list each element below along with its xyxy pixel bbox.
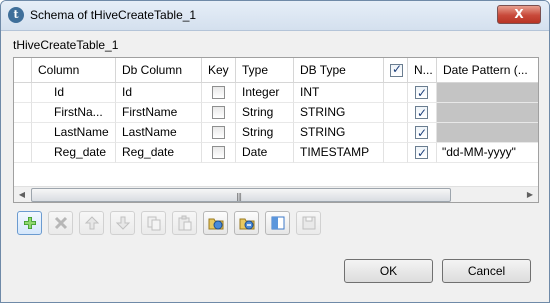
move-up-button[interactable] bbox=[79, 211, 104, 235]
move-down-icon bbox=[115, 216, 131, 230]
component-name: tHiveCreateTable_1 bbox=[13, 38, 119, 52]
row-number bbox=[14, 103, 32, 123]
move-up-icon bbox=[84, 216, 100, 230]
table-row[interactable]: Id Id Integer INT bbox=[14, 83, 538, 103]
close-button[interactable]: X bbox=[497, 5, 541, 24]
header-nullable[interactable]: N... bbox=[408, 58, 437, 82]
db-column-name[interactable]: FirstName bbox=[116, 103, 202, 123]
scroll-left-icon[interactable]: ◀ bbox=[14, 187, 30, 203]
type-cell[interactable]: String bbox=[236, 123, 294, 143]
scroll-thumb[interactable]: ||| bbox=[31, 188, 451, 202]
scroll-right-icon[interactable]: ▶ bbox=[522, 187, 538, 203]
schema-dialog: t Schema of tHiveCreateTable_1 X tHiveCr… bbox=[0, 0, 550, 303]
db-column-name[interactable]: Reg_date bbox=[116, 143, 202, 163]
date-pattern-cell[interactable]: "dd-MM-yyyy" bbox=[437, 143, 538, 163]
spacer-cell bbox=[384, 123, 408, 143]
date-pattern-cell bbox=[437, 103, 538, 123]
title-bar[interactable]: t Schema of tHiveCreateTable_1 X bbox=[1, 1, 549, 31]
spacer-cell bbox=[384, 103, 408, 123]
import-schema-icon bbox=[208, 218, 224, 230]
db-type-cell[interactable]: TIMESTAMP bbox=[294, 143, 384, 163]
horizontal-scrollbar[interactable]: ◀ ||| ▶ bbox=[14, 186, 538, 202]
key-checkbox[interactable] bbox=[212, 106, 225, 119]
row-number bbox=[14, 83, 32, 103]
copy-icon bbox=[147, 216, 161, 231]
type-cell[interactable]: String bbox=[236, 103, 294, 123]
nullable-checkbox[interactable] bbox=[415, 144, 428, 162]
cancel-button[interactable]: Cancel bbox=[442, 259, 531, 283]
key-cell[interactable] bbox=[202, 123, 236, 143]
column-name[interactable]: LastName bbox=[32, 123, 116, 143]
export-schema-icon bbox=[239, 218, 255, 230]
nullable-checkbox[interactable] bbox=[415, 124, 428, 142]
columns-icon bbox=[271, 216, 285, 230]
header-db-type[interactable]: DB Type bbox=[294, 58, 384, 82]
export-schema-button[interactable] bbox=[234, 211, 259, 235]
remove-icon bbox=[54, 216, 68, 230]
header-key[interactable]: Key bbox=[202, 58, 236, 82]
nullable-checkbox[interactable] bbox=[415, 104, 428, 122]
save-icon bbox=[302, 216, 316, 230]
nullable-cell[interactable] bbox=[408, 83, 437, 103]
nullable-checkbox[interactable] bbox=[415, 84, 428, 102]
table-header: Column Db Column Key Type DB Type N... D… bbox=[14, 58, 538, 83]
ok-button[interactable]: OK bbox=[344, 259, 433, 283]
nullable-cell[interactable] bbox=[408, 123, 437, 143]
column-name[interactable]: Reg_date bbox=[32, 143, 116, 163]
nullable-cell[interactable] bbox=[408, 143, 437, 163]
column-name[interactable]: Id bbox=[32, 83, 116, 103]
paste-icon bbox=[178, 215, 192, 231]
schema-table: Column Db Column Key Type DB Type N... D… bbox=[13, 57, 539, 203]
spacer-cell bbox=[384, 83, 408, 103]
type-cell[interactable]: Date bbox=[236, 143, 294, 163]
table-row[interactable]: Reg_date Reg_date Date TIMESTAMP "dd-MM-… bbox=[14, 143, 538, 163]
columns-button[interactable] bbox=[265, 211, 290, 235]
db-column-name[interactable]: Id bbox=[116, 83, 202, 103]
header-row-number bbox=[14, 58, 32, 82]
key-checkbox[interactable] bbox=[212, 146, 225, 159]
table-row[interactable]: FirstNa... FirstName String STRING bbox=[14, 103, 538, 123]
copy-button[interactable] bbox=[141, 211, 166, 235]
header-date-pattern[interactable]: Date Pattern (... bbox=[437, 58, 538, 82]
header-column[interactable]: Column bbox=[32, 58, 116, 82]
date-pattern-cell bbox=[437, 83, 538, 103]
key-checkbox[interactable] bbox=[212, 86, 225, 99]
key-cell[interactable] bbox=[202, 83, 236, 103]
header-db-column[interactable]: Db Column bbox=[116, 58, 202, 82]
remove-button[interactable] bbox=[48, 211, 73, 235]
db-type-cell[interactable]: STRING bbox=[294, 103, 384, 123]
spacer-cell bbox=[384, 143, 408, 163]
column-name[interactable]: FirstNa... bbox=[32, 103, 116, 123]
talend-logo-icon: t bbox=[8, 7, 24, 23]
move-down-button[interactable] bbox=[110, 211, 135, 235]
select-all-checkbox[interactable] bbox=[390, 62, 403, 77]
window-title: Schema of tHiveCreateTable_1 bbox=[30, 8, 197, 22]
grip-icon: ||| bbox=[236, 192, 242, 201]
key-checkbox[interactable] bbox=[212, 126, 225, 139]
date-pattern-cell bbox=[437, 123, 538, 143]
db-column-name[interactable]: LastName bbox=[116, 123, 202, 143]
key-cell[interactable] bbox=[202, 143, 236, 163]
db-type-cell[interactable]: STRING bbox=[294, 123, 384, 143]
import-schema-button[interactable] bbox=[203, 211, 228, 235]
header-type[interactable]: Type bbox=[236, 58, 294, 82]
add-icon bbox=[24, 217, 36, 229]
db-type-cell[interactable]: INT bbox=[294, 83, 384, 103]
table-row[interactable]: LastName LastName String STRING bbox=[14, 123, 538, 143]
row-number bbox=[14, 123, 32, 143]
add-button[interactable] bbox=[17, 211, 42, 235]
save-button[interactable] bbox=[296, 211, 321, 235]
key-cell[interactable] bbox=[202, 103, 236, 123]
paste-button[interactable] bbox=[172, 211, 197, 235]
type-cell[interactable]: Integer bbox=[236, 83, 294, 103]
row-number bbox=[14, 143, 32, 163]
nullable-cell[interactable] bbox=[408, 103, 437, 123]
